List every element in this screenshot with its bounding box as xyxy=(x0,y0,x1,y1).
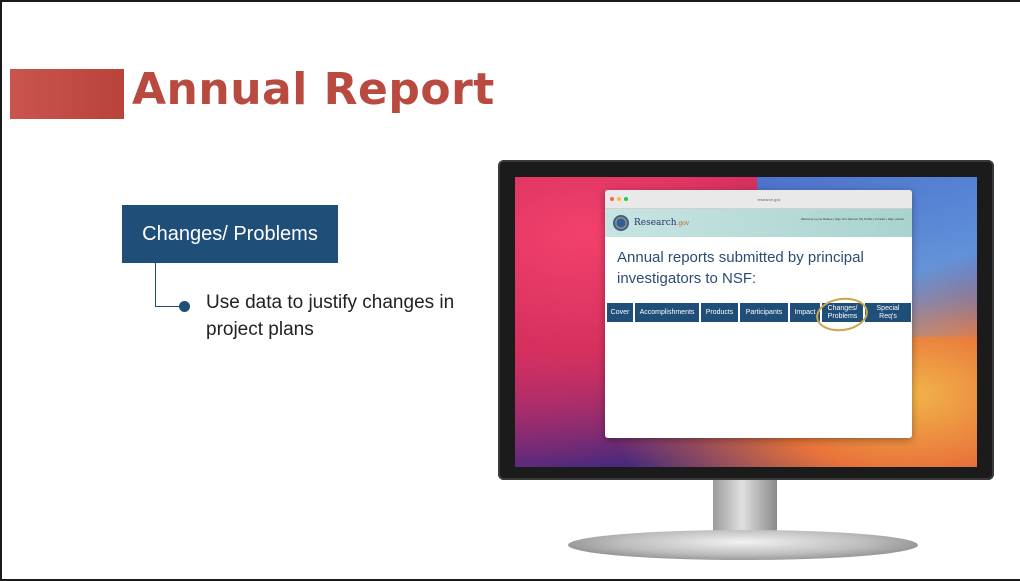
site-name-text: Research xyxy=(634,218,677,228)
site-logo[interactable]: Research.gov xyxy=(634,218,689,228)
slide-title: Annual Report xyxy=(132,64,495,115)
close-window-icon[interactable] xyxy=(610,197,614,201)
title-accent-bar xyxy=(10,69,124,119)
tab-cover[interactable]: Cover xyxy=(607,303,633,322)
tab-products[interactable]: Products xyxy=(701,303,738,322)
monitor-base xyxy=(568,530,918,560)
header-links[interactable]: Welcome Lynne Raidee | Sign Out Jahnner … xyxy=(801,217,904,221)
site-header: Research.gov Welcome Lynne Raidee | Sign… xyxy=(605,209,912,237)
site-name-suffix: .gov xyxy=(676,220,690,227)
minimize-window-icon[interactable] xyxy=(617,197,621,201)
bullet-dot-icon xyxy=(179,301,190,312)
changes-problems-callout: Changes/ Problems xyxy=(122,205,338,263)
tab-special-reqs[interactable]: Special Req's xyxy=(865,303,911,322)
slide: Annual Report Changes/ Problems Use data… xyxy=(0,0,1020,581)
nsf-seal-icon xyxy=(613,215,629,231)
browser-chrome: research.gov xyxy=(605,190,912,209)
tab-accomplishments[interactable]: Accomplishments xyxy=(635,303,699,322)
bullet-text: Use data to justify changes in project p… xyxy=(206,292,455,340)
monitor-stand xyxy=(713,480,777,536)
address-bar[interactable]: research.gov xyxy=(757,197,780,202)
tab-participants[interactable]: Participants xyxy=(740,303,788,322)
connector-line-vertical xyxy=(155,263,156,307)
page-heading: Annual reports submitted by principal in… xyxy=(617,249,864,287)
maximize-window-icon[interactable] xyxy=(624,197,628,201)
